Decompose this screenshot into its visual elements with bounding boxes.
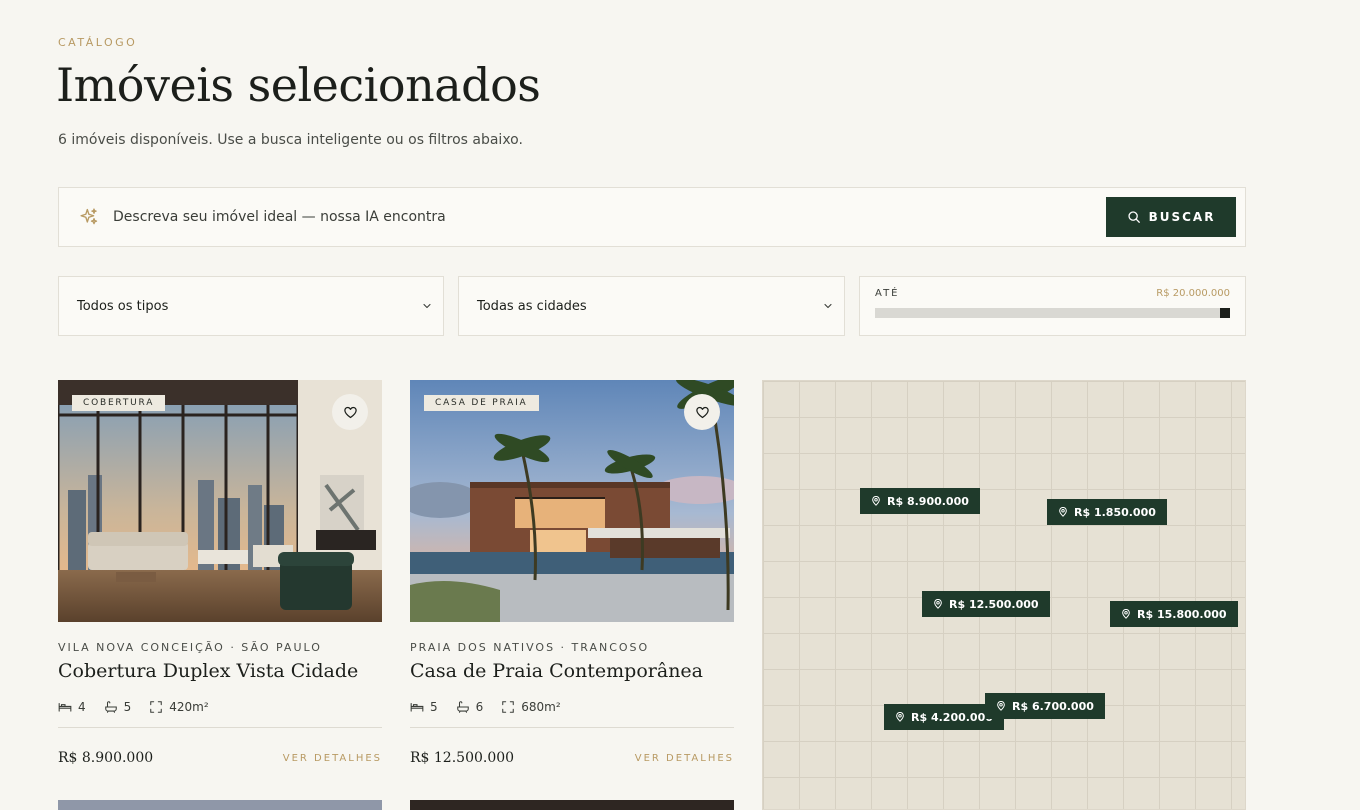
- bath-icon: [456, 701, 469, 713]
- map-pin-label: R$ 6.700.000: [1012, 699, 1094, 713]
- property-location: VILA NOVA CONCEIÇÃO · SÃO PAULO: [58, 641, 322, 654]
- ai-search-bar: BUSCAR: [58, 187, 1246, 247]
- bed-icon: [410, 702, 424, 712]
- chevron-down-icon: [423, 303, 431, 309]
- map-pin-label: R$ 12.500.000: [949, 597, 1039, 611]
- property-type-tag: COBERTURA: [72, 395, 166, 411]
- next-card-peek: [58, 800, 382, 810]
- price-filter-max: R$ 20.000.000: [1156, 288, 1230, 299]
- property-card[interactable]: CASA DE PRAIA PRAIA DOS NATIVOS · TRANCO…: [410, 380, 734, 810]
- map-pin-icon: [1059, 507, 1067, 517]
- sparkle-icon: [80, 208, 98, 225]
- beds-value: 5: [430, 700, 438, 714]
- favorite-button[interactable]: [332, 394, 368, 430]
- map-pin-label: R$ 4.200.000: [911, 710, 993, 724]
- heart-icon: [343, 406, 357, 418]
- price-filter-label: ATÉ: [875, 288, 900, 299]
- area-spec: 680m²: [501, 700, 561, 714]
- property-location: PRAIA DOS NATIVOS · TRANCOSO: [410, 641, 650, 654]
- view-details-link[interactable]: VER DETALHES: [283, 753, 382, 764]
- beds-spec: 4: [58, 700, 86, 714]
- property-card[interactable]: COBERTURA VILA NOVA CONCEIÇÃO · SÃO PAUL…: [58, 380, 382, 810]
- chevron-down-icon: [824, 303, 832, 309]
- area-value: 680m²: [521, 700, 561, 714]
- map-pin-label: R$ 1.850.000: [1074, 505, 1156, 519]
- map-price-pin[interactable]: R$ 15.800.000: [1110, 601, 1238, 627]
- map-pin-label: R$ 8.900.000: [887, 494, 969, 508]
- card-divider: [58, 727, 382, 728]
- property-price: R$ 12.500.000: [410, 750, 515, 766]
- baths-spec: 5: [104, 700, 132, 714]
- map-pin-icon: [934, 599, 942, 609]
- baths-spec: 6: [456, 700, 484, 714]
- property-image[interactable]: COBERTURA: [58, 380, 382, 622]
- map-pin-icon: [1122, 609, 1130, 619]
- property-title[interactable]: Cobertura Duplex Vista Cidade: [58, 660, 382, 682]
- page-title: Imóveis selecionados: [56, 58, 541, 112]
- map-pin-icon: [997, 701, 1005, 711]
- page-subtitle: 6 imóveis disponíveis. Use a busca intel…: [58, 132, 523, 148]
- type-filter-select[interactable]: Todos os tipos: [58, 276, 444, 336]
- catalog-eyebrow: CATÁLOGO: [58, 36, 138, 49]
- property-map[interactable]: R$ 8.900.000 R$ 1.850.000 R$ 12.500.000 …: [762, 380, 1246, 810]
- card-divider: [410, 727, 734, 728]
- beds-spec: 5: [410, 700, 438, 714]
- area-spec: 420m²: [149, 700, 209, 714]
- next-card-peek: [410, 800, 734, 810]
- bath-icon: [104, 701, 117, 713]
- view-details-link[interactable]: VER DETALHES: [635, 753, 734, 764]
- map-pin-label: R$ 15.800.000: [1137, 607, 1227, 621]
- city-filter-value: Todas as cidades: [477, 298, 587, 314]
- ai-search-input[interactable]: [113, 209, 1106, 225]
- map-price-pin[interactable]: R$ 1.850.000: [1047, 499, 1167, 525]
- bed-icon: [58, 702, 72, 712]
- card-footer: R$ 12.500.000 VER DETALHES: [410, 750, 734, 766]
- search-button-label: BUSCAR: [1148, 210, 1216, 224]
- property-specs: 5 6 680m²: [410, 700, 734, 714]
- price-slider[interactable]: [875, 308, 1230, 318]
- search-icon: [1127, 211, 1140, 223]
- city-filter-select[interactable]: Todas as cidades: [458, 276, 845, 336]
- map-pin-icon: [872, 496, 880, 506]
- baths-value: 6: [475, 700, 484, 714]
- area-icon: [502, 701, 515, 713]
- type-filter-value: Todos os tipos: [77, 298, 169, 314]
- map-price-pin[interactable]: R$ 12.500.000: [922, 591, 1050, 617]
- map-price-pin[interactable]: R$ 6.700.000: [985, 693, 1105, 719]
- property-image[interactable]: CASA DE PRAIA: [410, 380, 734, 622]
- favorite-button[interactable]: [684, 394, 720, 430]
- card-footer: R$ 8.900.000 VER DETALHES: [58, 750, 382, 766]
- price-slider-thumb[interactable]: [1220, 308, 1230, 318]
- heart-icon: [695, 406, 709, 418]
- map-price-pin[interactable]: R$ 8.900.000: [860, 488, 980, 514]
- map-pin-icon: [896, 712, 904, 722]
- property-title[interactable]: Casa de Praia Contemporânea: [410, 660, 734, 682]
- beds-value: 4: [78, 700, 86, 714]
- property-type-tag: CASA DE PRAIA: [424, 395, 539, 411]
- area-icon: [150, 701, 163, 713]
- search-button[interactable]: BUSCAR: [1106, 197, 1236, 237]
- area-value: 420m²: [169, 700, 209, 714]
- baths-value: 5: [123, 700, 132, 714]
- property-price: R$ 8.900.000: [58, 750, 154, 766]
- property-specs: 4 5 420m²: [58, 700, 382, 714]
- price-filter: ATÉ R$ 20.000.000: [859, 276, 1246, 336]
